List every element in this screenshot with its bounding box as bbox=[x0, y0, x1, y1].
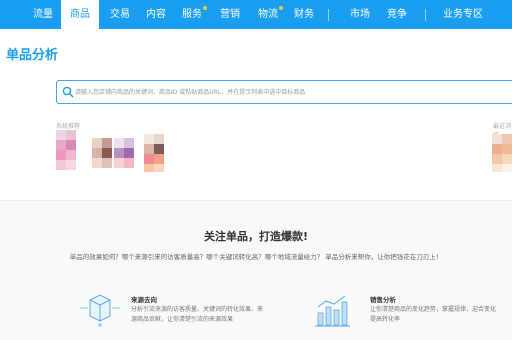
nav-separator bbox=[328, 9, 329, 21]
product-search-box[interactable] bbox=[56, 80, 512, 104]
feature-title-sales: 销售分析 bbox=[370, 296, 396, 304]
search-input[interactable] bbox=[75, 84, 505, 100]
recommended-product-thumbnails[interactable] bbox=[56, 130, 172, 172]
feature-desc-sales-line1: 让你清楚商品的变化趋势，掌握规律，迎合变化 bbox=[370, 306, 497, 313]
bar-trend-icon bbox=[315, 295, 350, 327]
nav-item-market[interactable]: 市场 bbox=[350, 0, 370, 29]
recent-product-thumbnail[interactable] bbox=[492, 134, 512, 172]
search-icon bbox=[62, 86, 74, 98]
nav-item-marketing[interactable]: 营销 bbox=[220, 0, 240, 29]
box-source-icon bbox=[80, 294, 120, 327]
logistics-badge-dot bbox=[279, 6, 283, 10]
nav-item-traffic[interactable]: 流量 bbox=[33, 0, 53, 29]
nav-item-content[interactable]: 内容 bbox=[146, 0, 166, 29]
service-badge-dot bbox=[203, 6, 207, 10]
nav-item-transactions[interactable]: 交易 bbox=[110, 0, 130, 29]
feature-desc-source-line2: 源商品贡献，让你清楚引流的来源效果 bbox=[131, 316, 234, 323]
nav-item-finance[interactable]: 财务 bbox=[294, 0, 314, 29]
feature-desc-source-line1: 分析引流来源的访客质量、关键词的转化效果、来 bbox=[131, 306, 264, 313]
promo-section bbox=[0, 200, 512, 340]
feature-desc-sales-line2: 提高转化率 bbox=[370, 316, 401, 323]
nav-item-business-zone[interactable]: 业务专区 bbox=[443, 0, 483, 29]
promo-title: 关注单品，打造爆款! bbox=[203, 230, 309, 243]
system-recommend-label: 系统推荐 bbox=[56, 123, 81, 130]
nav-item-products[interactable]: 商品 bbox=[61, 0, 99, 29]
feature-title-source: 来源去向 bbox=[131, 296, 157, 304]
nav-item-logistics[interactable]: 物流 bbox=[258, 0, 278, 29]
page-title: 单品分析 bbox=[6, 48, 59, 63]
nav-separator bbox=[425, 9, 426, 21]
nav-item-service[interactable]: 服务 bbox=[182, 0, 202, 29]
promo-subtitle: 单品的效果如何？哪个来源引来的访客质量高？哪个关键词转化高？哪个地域流量给力？ … bbox=[69, 253, 443, 261]
nav-item-competition[interactable]: 竞争 bbox=[387, 0, 407, 29]
top-nav: 流量 商品 交易 内容 服务 营销 物流 财务 市场 竞争 业务专区 bbox=[0, 0, 512, 29]
